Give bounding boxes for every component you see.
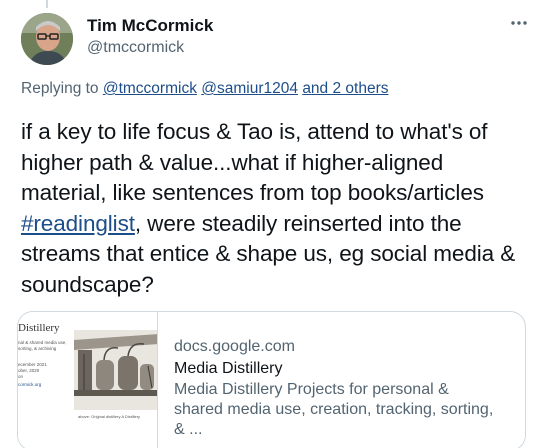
reply-others-link[interactable]: and 2 others <box>302 80 388 97</box>
hashtag-link[interactable]: #readinglist <box>21 211 135 236</box>
link-card-description: Media Distillery Projects for personal &… <box>174 381 494 438</box>
author-display-name[interactable]: Tim McCormick <box>87 16 213 36</box>
link-preview-card[interactable]: Distillery nal & shared media use, sorti… <box>17 311 526 448</box>
link-card-domain: docs.google.com <box>174 338 295 355</box>
thumbnail-subtitle: nal & shared media use, sorting, & archi… <box>18 340 67 351</box>
avatar-image <box>21 13 73 65</box>
more-options-button[interactable] <box>508 12 530 34</box>
link-card-title: Media Distillery <box>174 360 283 377</box>
replying-to-label: Replying to <box>21 80 99 97</box>
author-info: Tim McCormick @tmccormick <box>87 16 213 59</box>
reply-mention-link[interactable]: @samiur1204 <box>201 80 298 97</box>
replying-to: Replying to @tmccormick @samiur1204 and … <box>21 80 389 98</box>
link-card-thumbnail: Distillery nal & shared media use, sorti… <box>18 312 158 448</box>
thumbnail-caption: above: Original distillery A Distillery <box>78 414 141 419</box>
thumbnail-title: Distillery <box>18 322 60 334</box>
tweet-text: if a key to life focus & Tao is, attend … <box>21 117 531 300</box>
more-horizontal-icon <box>511 21 527 25</box>
tweet-header: Tim McCormick @tmccormick <box>21 10 530 66</box>
thumbnail-link: cormick.org <box>18 382 42 387</box>
distillery-engraving-image <box>74 330 157 410</box>
tweet-text-part: if a key to life focus & Tao is, attend … <box>21 119 488 205</box>
author-handle[interactable]: @tmccormick <box>87 37 213 59</box>
reply-mention-link[interactable]: @tmccormick <box>103 80 197 97</box>
avatar[interactable] <box>21 13 73 65</box>
thumbnail-line: on <box>18 374 24 379</box>
link-card-body: docs.google.com Media Distillery Media D… <box>158 312 525 448</box>
thread-connector-line <box>46 0 48 8</box>
